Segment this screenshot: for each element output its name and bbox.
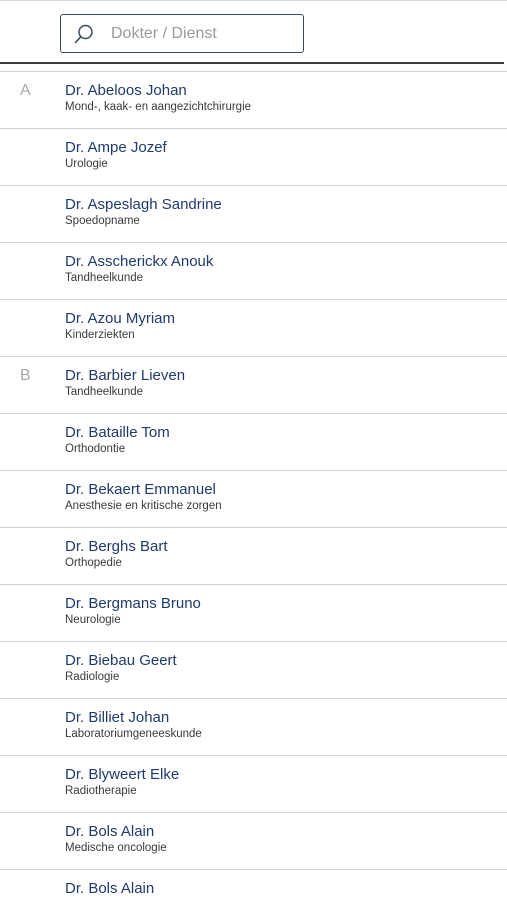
section-letter: B: [20, 367, 31, 384]
doctor-list-item[interactable]: Dr. Billiet Johan Laboratoriumgeneeskunde: [0, 699, 507, 756]
doctor-list-item[interactable]: Dr. Berghs Bart Orthopedie: [0, 528, 507, 585]
doctor-name: Dr. Ampe Jozef: [65, 139, 167, 156]
doctor-list-item[interactable]: Dr. Bekaert Emmanuel Anesthesie en kritis…: [0, 471, 507, 528]
doctor-name: Dr. Biebau Geert: [65, 652, 177, 669]
doctor-name: Dr. Bergmans Bruno: [65, 595, 201, 612]
doctor-list-item[interactable]: Dr. Asscherickx Anouk Tandheelkunde: [0, 243, 507, 300]
doctor-specialty: Spoedopname: [65, 215, 140, 227]
top-border: [0, 0, 507, 1]
doctor-specialty: Orthodontie: [65, 443, 126, 455]
doctor-specialty: Medische oncologie: [65, 842, 167, 854]
section-letter: A: [20, 82, 31, 99]
doctor-specialty: Tandheelkunde: [65, 386, 144, 398]
doctor-directory-screen: A Dr. Abeloos Johan Mond-, kaak- en aangez…: [0, 0, 507, 900]
doctor-specialty: Kinderziekten: [65, 329, 135, 341]
doctor-name: Dr. Bols Alain: [65, 880, 155, 897]
doctor-name: Dr. Barbier Lieven: [65, 367, 186, 384]
doctor-specialty: Anesthesie en kritische zorgen: [65, 500, 222, 512]
doctor-specialty: Mond-, kaak- en aangezichtchirurgie: [65, 101, 252, 113]
doctor-list-item[interactable]: Dr. Aspeslagh Sandrine Spoedopname: [0, 186, 507, 243]
search-icon: [73, 23, 95, 45]
doctor-list-item[interactable]: Dr. Azou Myriam Kinderziekten: [0, 300, 507, 357]
doctor-list-item[interactable]: Dr. Bols Alain: [0, 870, 507, 900]
doctor-name: Dr. Bataille Tom: [65, 424, 170, 441]
doctor-list-item[interactable]: B Dr. Barbier Lieven Tandheelkunde: [0, 357, 507, 414]
doctor-specialty: Orthopedie: [65, 557, 122, 569]
doctor-name: Dr. Blyweert Elke: [65, 766, 180, 783]
doctor-name: Dr. Bekaert Emmanuel: [65, 481, 216, 498]
search-input[interactable]: [111, 24, 281, 43]
doctor-list-item[interactable]: Dr. Bergmans Bruno Neurologie: [0, 585, 507, 642]
doctor-specialty: Tandheelkunde: [65, 272, 144, 284]
doctor-list-item[interactable]: Dr. Bols Alain Medische oncologie: [0, 813, 507, 870]
doctor-specialty: Urologie: [65, 158, 108, 170]
doctor-list-item[interactable]: Dr. Bataille Tom Orthodontie: [0, 414, 507, 471]
doctor-specialty: Radiotherapie: [65, 785, 137, 797]
header-divider: [0, 62, 504, 64]
doctor-name: Dr. Azou Myriam: [65, 310, 176, 327]
doctor-list-item[interactable]: Dr. Ampe Jozef Urologie: [0, 129, 507, 186]
doctor-list-item[interactable]: A Dr. Abeloos Johan Mond-, kaak- en aangez…: [0, 72, 507, 129]
doctor-name: Dr. Abeloos Johan: [65, 82, 187, 99]
doctor-specialty: Laboratoriumgeneeskunde: [65, 728, 202, 740]
doctor-specialty: Neurologie: [65, 614, 121, 626]
doctor-list-item[interactable]: Dr. Biebau Geert Radiologie: [0, 642, 507, 699]
doctor-name: Dr. Berghs Bart: [65, 538, 168, 555]
doctor-name: Dr. Bols Alain: [65, 823, 155, 840]
doctor-specialty: Radiologie: [65, 671, 120, 683]
doctor-list: A Dr. Abeloos Johan Mond-, kaak- en aangez…: [0, 72, 507, 900]
doctor-list-item[interactable]: Dr. Blyweert Elke Radiotherapie: [0, 756, 507, 813]
doctor-name: Dr. Aspeslagh Sandrine: [65, 196, 222, 213]
search-box[interactable]: [60, 14, 304, 53]
doctor-name: Dr. Billiet Johan: [65, 709, 170, 726]
doctor-name: Dr. Asscherickx Anouk: [65, 253, 214, 270]
